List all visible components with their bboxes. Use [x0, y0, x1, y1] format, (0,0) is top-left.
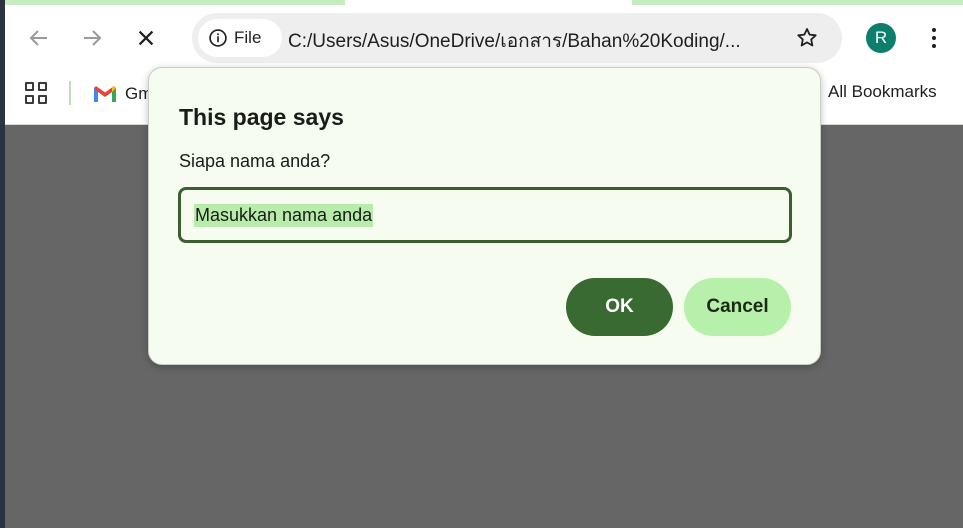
dialog-title: This page says: [179, 104, 344, 130]
gmail-icon: [94, 86, 116, 102]
tab-strip-accent: [5, 0, 345, 5]
profile-avatar[interactable]: R: [866, 23, 896, 53]
info-icon: [209, 29, 227, 47]
all-bookmarks-button[interactable]: All Bookmarks: [828, 82, 937, 102]
star-icon: [797, 28, 817, 47]
arrow-right-icon: [84, 30, 102, 46]
arrow-left-icon: [29, 30, 47, 46]
url-text[interactable]: C:/Users/Asus/OneDrive/เอกสาร/Bahan%20Ko…: [288, 26, 788, 56]
site-chip-label: File: [234, 28, 262, 47]
close-icon: [138, 30, 154, 46]
cancel-button[interactable]: Cancel: [684, 278, 791, 336]
back-button[interactable]: [21, 20, 57, 56]
address-bar[interactable]: File C:/Users/Asus/OneDrive/เอกสาร/Bahan…: [192, 13, 842, 63]
tab-strip-accent: [632, 0, 963, 5]
bookmark-star-button[interactable]: [794, 25, 820, 51]
ok-button[interactable]: OK: [566, 278, 673, 336]
prompt-input[interactable]: Masukkan nama anda: [178, 187, 792, 243]
apps-grid-icon[interactable]: [25, 82, 47, 104]
prompt-dialog: This page says Siapa nama anda? Masukkan…: [148, 67, 821, 365]
prompt-input-value[interactable]: Masukkan nama anda: [194, 203, 374, 227]
dialog-message: Siapa nama anda?: [179, 151, 331, 171]
site-info-chip[interactable]: File: [198, 19, 282, 57]
bookmark-gmail[interactable]: Gm: [93, 82, 152, 106]
stop-button[interactable]: [128, 20, 164, 56]
more-vertical-icon[interactable]: [922, 22, 946, 54]
bookmarks-divider: [69, 81, 71, 105]
forward-button[interactable]: [74, 20, 110, 56]
